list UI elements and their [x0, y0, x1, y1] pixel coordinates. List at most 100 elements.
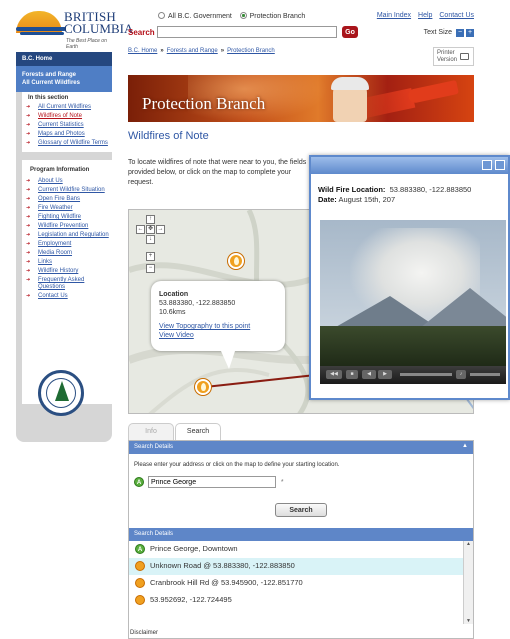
logo-wave — [16, 27, 66, 31]
text-size-label: Text Size — [423, 29, 453, 36]
search-details-title: Search Details — [134, 444, 174, 450]
popup-titlebar[interactable] — [311, 157, 508, 174]
scope-radio-all[interactable] — [158, 12, 165, 19]
logo-text-2: COLUMBIA — [64, 21, 134, 36]
video-controls: ◀◀ ■ ◀ ▶ ♪ — [320, 366, 506, 384]
sidebar-item-wildfires-of-note[interactable]: Wildfires of Note — [22, 112, 112, 121]
sidebar-item-open-fire-bans[interactable]: Open Fire Bans — [22, 195, 112, 204]
printer-version-button[interactable]: Printer Version — [433, 47, 474, 66]
view-topography-link[interactable]: View Topography to this point — [159, 322, 277, 331]
fire-marker-icon[interactable] — [195, 379, 211, 395]
scope-radio-branch[interactable] — [239, 12, 247, 19]
sidebar-item-wildfire-prevention[interactable]: Wildfire Prevention — [22, 222, 112, 231]
next-icon[interactable]: ▶ — [378, 370, 392, 379]
marker-a-icon: A — [134, 477, 144, 487]
result-text: Cranbrook Hill Rd @ 53.945900, -122.8517… — [150, 578, 303, 587]
forest-service-seal — [38, 370, 84, 416]
search-input[interactable] — [157, 26, 337, 38]
pan-left-icon[interactable]: ← — [136, 225, 145, 234]
sidebar-item-legislation[interactable]: Legislation and Regulation — [22, 231, 112, 240]
zoom-out-icon[interactable]: − — [146, 264, 155, 273]
program-heading: Program Information — [30, 167, 90, 173]
sidebar-item-fire-weather[interactable]: Fire Weather — [22, 204, 112, 213]
bc-logo[interactable]: BRITISH COLUMBIA The Best Place on Earth — [16, 5, 133, 50]
tab-search[interactable]: Search — [175, 423, 221, 440]
site-header: BRITISH COLUMBIA The Best Place on Earth… — [0, 0, 510, 50]
banner-title: Protection Branch — [142, 94, 266, 113]
sidebar-item-current-situation[interactable]: Current Wildfire Situation — [22, 186, 112, 195]
sidebar-section-title-1: Forests and Range — [22, 72, 77, 78]
list-item[interactable]: Cranbrook Hill Rd @ 53.945900, -122.8517… — [129, 575, 473, 592]
sidebar-item-contact-us[interactable]: Contact Us — [22, 292, 112, 301]
search-button[interactable]: Search — [275, 503, 327, 517]
collapse-icon[interactable]: ▲ — [462, 443, 468, 449]
help-link[interactable]: Help — [418, 12, 432, 19]
helmet-image — [331, 77, 369, 90]
location-label: Wild Fire Location: — [318, 185, 386, 194]
seek-bar[interactable] — [400, 373, 452, 376]
prev-icon[interactable]: ◀ — [362, 370, 376, 379]
view-video-link[interactable]: View Video — [159, 331, 277, 340]
text-size-decrease-icon[interactable]: − — [456, 29, 464, 37]
sidebar-bc-home[interactable]: B.C. Home — [16, 52, 112, 66]
results-header: Search Details — [129, 528, 473, 541]
tab-info[interactable]: Info — [128, 423, 174, 440]
in-section-heading: In this section — [28, 95, 69, 101]
sidebar-item-links[interactable]: Links — [22, 258, 112, 267]
volume-slider[interactable] — [470, 373, 500, 376]
rewind-icon[interactable]: ◀◀ — [326, 370, 342, 379]
sidebar-item-glossary[interactable]: Glossary of Wildfire Terms — [22, 139, 112, 148]
main-index-link[interactable]: Main Index — [377, 12, 411, 19]
start-location-input[interactable] — [147, 476, 276, 488]
pan-center-icon[interactable]: ✥ — [146, 225, 155, 234]
sidebar-item-media-room[interactable]: Media Room — [22, 249, 112, 258]
sidebar-item-maps-and-photos[interactable]: Maps and Photos — [22, 130, 112, 139]
sidebar-item-fighting-wildfire[interactable]: Fighting Wildfire — [22, 213, 112, 222]
pan-up-icon[interactable]: ↑ — [146, 215, 155, 224]
zoom-in-icon[interactable]: + — [146, 252, 155, 261]
list-item[interactable]: 53.952692, -122.724495 — [129, 592, 473, 609]
breadcrumb-bc-home[interactable]: B.C. Home — [128, 48, 157, 54]
maximize-icon[interactable] — [495, 160, 505, 170]
result-text: Unknown Road @ 53.883380, -122.883850 — [150, 561, 295, 570]
text-size-control: Text Size − + — [424, 29, 474, 37]
sidebar-item-wildfire-history[interactable]: Wildfire History — [22, 267, 112, 276]
video-player[interactable]: ◀◀ ■ ◀ ▶ ♪ — [320, 220, 506, 384]
required-mark: * — [280, 478, 284, 486]
pan-right-icon[interactable]: → — [156, 225, 165, 234]
location-popup: Location 53.883380, -122.883850 10.6kms … — [151, 281, 285, 369]
search-details-header[interactable]: Search Details ▲ — [129, 441, 473, 454]
results-scrollbar[interactable]: ▲ ▼ — [463, 541, 473, 624]
disclaimer-link[interactable]: Disclaimer — [130, 630, 158, 636]
sidebar-item-all-current-wildfires[interactable]: All Current Wildfires — [22, 103, 112, 112]
sidebar-item-faq[interactable]: Frequently Asked Questions — [22, 276, 112, 292]
video-popup-window: Wild Fire Location: 53.883380, -122.8838… — [309, 155, 510, 400]
sidebar: B.C. Home Forests and Range All Current … — [16, 52, 112, 442]
scroll-down-icon[interactable]: ▼ — [466, 618, 471, 624]
fire-info: Wild Fire Location: 53.883380, -122.8838… — [311, 174, 508, 205]
top-links: Main Index Help Contact Us — [372, 12, 474, 19]
list-item[interactable]: Unknown Road @ 53.883380, -122.883850 — [129, 558, 473, 575]
fire-marker-icon[interactable] — [228, 253, 244, 269]
minimize-icon[interactable] — [482, 160, 492, 170]
breadcrumb-protection[interactable]: Protection Branch — [227, 48, 275, 54]
pan-down-icon[interactable]: ↓ — [146, 235, 155, 244]
in-section-box: In this section All Current Wildfires Wi… — [22, 92, 112, 152]
marker-a-icon: A — [135, 544, 145, 555]
sidebar-item-about-us[interactable]: About Us — [22, 177, 112, 186]
popup-coords: 53.883380, -122.883850 — [159, 300, 236, 307]
sidebar-item-employment[interactable]: Employment — [22, 240, 112, 249]
logo-wave — [20, 32, 64, 35]
search-go-button[interactable]: Go — [342, 26, 358, 38]
breadcrumb-forests[interactable]: Forests and Range — [167, 48, 218, 54]
text-size-increase-icon[interactable]: + — [466, 29, 474, 37]
fire-marker-icon — [135, 595, 145, 606]
scroll-up-icon[interactable]: ▲ — [464, 541, 473, 547]
sidebar-item-current-statistics[interactable]: Current Statistics — [22, 121, 112, 130]
stop-icon[interactable]: ■ — [346, 370, 358, 379]
list-item[interactable]: A Prince George, Downtown — [129, 541, 473, 558]
tree-icon — [55, 381, 69, 401]
volume-icon[interactable]: ♪ — [456, 370, 466, 379]
sidebar-section-title[interactable]: Forests and Range All Current Wildfires — [16, 66, 112, 92]
contact-us-link[interactable]: Contact Us — [439, 12, 474, 19]
